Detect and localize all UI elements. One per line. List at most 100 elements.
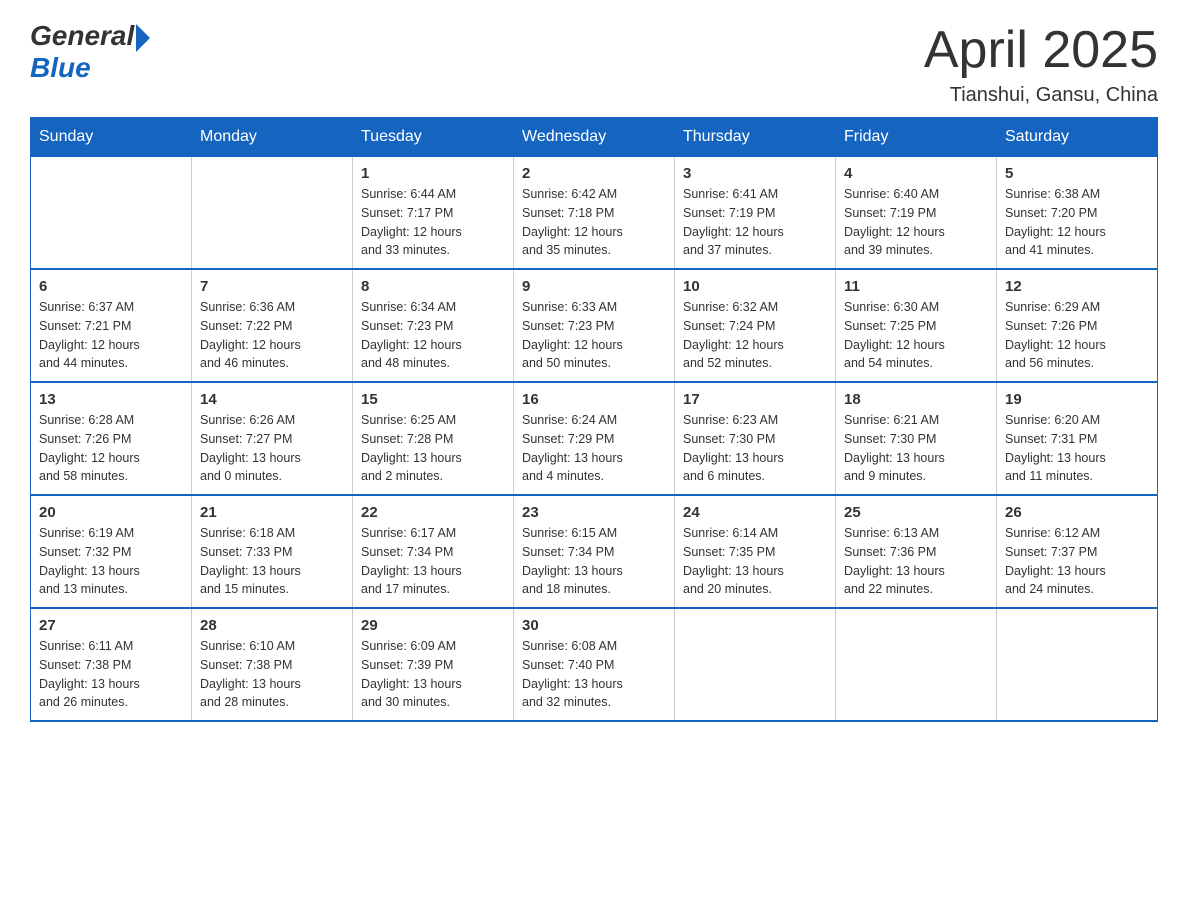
- calendar-cell: 8Sunrise: 6:34 AM Sunset: 7:23 PM Daylig…: [353, 269, 514, 382]
- calendar-subtitle: Tianshui, Gansu, China: [924, 84, 1158, 107]
- day-info: Sunrise: 6:18 AM Sunset: 7:33 PM Dayligh…: [200, 524, 344, 599]
- calendar-cell: [997, 608, 1158, 721]
- header-wednesday: Wednesday: [514, 118, 675, 157]
- calendar-cell: 27 Sunrise: 6:11 AM Sunset: 7:38 PM Dayli…: [31, 608, 192, 721]
- calendar-cell: 17 Sunrise: 6:23 AM Sunset: 7:30 PM Dayli…: [675, 382, 836, 495]
- day-info: Sunrise: 6:44 AM Sunset: 7:17 PM Dayligh…: [361, 185, 505, 260]
- calendar-cell: 21Sunrise: 6:18 AM Sunset: 7:33 PM Dayli…: [192, 495, 353, 608]
- day-info: Sunrise: 6:36 AM Sunset: 7:22 PM Dayligh…: [200, 298, 344, 373]
- logo-general-text: General: [30, 20, 134, 52]
- day-number: 22: [361, 504, 505, 521]
- calendar-cell: 23 Sunrise: 6:15 AM Sunset: 7:34 PM Dayli…: [514, 495, 675, 608]
- calendar-cell: 29 Sunrise: 6:09 AM Sunset: 7:39 PM Dayli…: [353, 608, 514, 721]
- calendar-cell: 30 Sunrise: 6:08 AM Sunset: 7:40 PM Dayli…: [514, 608, 675, 721]
- day-info: Sunrise: 6:20 AM Sunset: 7:31 PM Dayligh…: [1005, 411, 1149, 486]
- week-row-5: 27 Sunrise: 6:11 AM Sunset: 7:38 PM Dayli…: [31, 608, 1158, 721]
- day-number: 2: [522, 165, 666, 182]
- day-number: 14: [200, 391, 344, 408]
- day-info: Sunrise: 6:26 AM Sunset: 7:27 PM Dayligh…: [200, 411, 344, 486]
- day-number: 17: [683, 391, 827, 408]
- logo: General Blue: [30, 20, 150, 84]
- calendar-cell: 16 Sunrise: 6:24 AM Sunset: 7:29 PM Dayli…: [514, 382, 675, 495]
- calendar-cell: 24 Sunrise: 6:14 AM Sunset: 7:35 PM Dayli…: [675, 495, 836, 608]
- day-info: Sunrise: 6:28 AM Sunset: 7:26 PM Dayligh…: [39, 411, 183, 486]
- header-monday: Monday: [192, 118, 353, 157]
- day-info: Sunrise: 6:08 AM Sunset: 7:40 PM Dayligh…: [522, 637, 666, 712]
- calendar-cell: 10 Sunrise: 6:32 AM Sunset: 7:24 PM Dayli…: [675, 269, 836, 382]
- day-number: 13: [39, 391, 183, 408]
- calendar-cell: 1 Sunrise: 6:44 AM Sunset: 7:17 PM Daylig…: [353, 157, 514, 270]
- day-number: 9: [522, 278, 666, 295]
- title-block: April 2025 Tianshui, Gansu, China: [924, 20, 1158, 107]
- day-info: Sunrise: 6:14 AM Sunset: 7:35 PM Dayligh…: [683, 524, 827, 599]
- day-info: Sunrise: 6:25 AM Sunset: 7:28 PM Dayligh…: [361, 411, 505, 486]
- day-info: Sunrise: 6:30 AM Sunset: 7:25 PM Dayligh…: [844, 298, 988, 373]
- calendar-cell: 7Sunrise: 6:36 AM Sunset: 7:22 PM Daylig…: [192, 269, 353, 382]
- calendar-cell: 4 Sunrise: 6:40 AM Sunset: 7:19 PM Daylig…: [836, 157, 997, 270]
- calendar-cell: 28Sunrise: 6:10 AM Sunset: 7:38 PM Dayli…: [192, 608, 353, 721]
- day-number: 19: [1005, 391, 1149, 408]
- day-info: Sunrise: 6:15 AM Sunset: 7:34 PM Dayligh…: [522, 524, 666, 599]
- day-number: 3: [683, 165, 827, 182]
- day-info: Sunrise: 6:33 AM Sunset: 7:23 PM Dayligh…: [522, 298, 666, 373]
- day-info: Sunrise: 6:32 AM Sunset: 7:24 PM Dayligh…: [683, 298, 827, 373]
- day-info: Sunrise: 6:41 AM Sunset: 7:19 PM Dayligh…: [683, 185, 827, 260]
- day-number: 28: [200, 617, 344, 634]
- page-header: General Blue April 2025 Tianshui, Gansu,…: [30, 20, 1158, 107]
- day-info: Sunrise: 6:13 AM Sunset: 7:36 PM Dayligh…: [844, 524, 988, 599]
- day-info: Sunrise: 6:09 AM Sunset: 7:39 PM Dayligh…: [361, 637, 505, 712]
- day-number: 1: [361, 165, 505, 182]
- day-number: 10: [683, 278, 827, 295]
- week-row-4: 20Sunrise: 6:19 AM Sunset: 7:32 PM Dayli…: [31, 495, 1158, 608]
- header-sunday: Sunday: [31, 118, 192, 157]
- day-number: 30: [522, 617, 666, 634]
- calendar-cell: 3 Sunrise: 6:41 AM Sunset: 7:19 PM Daylig…: [675, 157, 836, 270]
- day-number: 5: [1005, 165, 1149, 182]
- day-number: 6: [39, 278, 183, 295]
- day-number: 29: [361, 617, 505, 634]
- header-tuesday: Tuesday: [353, 118, 514, 157]
- calendar-cell: 9 Sunrise: 6:33 AM Sunset: 7:23 PM Daylig…: [514, 269, 675, 382]
- calendar-cell: 20Sunrise: 6:19 AM Sunset: 7:32 PM Dayli…: [31, 495, 192, 608]
- day-info: Sunrise: 6:37 AM Sunset: 7:21 PM Dayligh…: [39, 298, 183, 373]
- day-info: Sunrise: 6:34 AM Sunset: 7:23 PM Dayligh…: [361, 298, 505, 373]
- day-number: 16: [522, 391, 666, 408]
- header-thursday: Thursday: [675, 118, 836, 157]
- calendar-cell: 2 Sunrise: 6:42 AM Sunset: 7:18 PM Daylig…: [514, 157, 675, 270]
- day-info: Sunrise: 6:12 AM Sunset: 7:37 PM Dayligh…: [1005, 524, 1149, 599]
- day-number: 12: [1005, 278, 1149, 295]
- week-row-1: 1 Sunrise: 6:44 AM Sunset: 7:17 PM Daylig…: [31, 157, 1158, 270]
- day-number: 20: [39, 504, 183, 521]
- logo-arrow-icon: [136, 24, 150, 52]
- calendar-cell: [836, 608, 997, 721]
- day-number: 27: [39, 617, 183, 634]
- calendar-cell: 5 Sunrise: 6:38 AM Sunset: 7:20 PM Daylig…: [997, 157, 1158, 270]
- day-info: Sunrise: 6:11 AM Sunset: 7:38 PM Dayligh…: [39, 637, 183, 712]
- day-info: Sunrise: 6:42 AM Sunset: 7:18 PM Dayligh…: [522, 185, 666, 260]
- calendar-cell: 11 Sunrise: 6:30 AM Sunset: 7:25 PM Dayli…: [836, 269, 997, 382]
- calendar-title: April 2025: [924, 20, 1158, 80]
- calendar-cell: 15 Sunrise: 6:25 AM Sunset: 7:28 PM Dayli…: [353, 382, 514, 495]
- day-number: 4: [844, 165, 988, 182]
- day-number: 26: [1005, 504, 1149, 521]
- day-info: Sunrise: 6:21 AM Sunset: 7:30 PM Dayligh…: [844, 411, 988, 486]
- day-number: 25: [844, 504, 988, 521]
- day-number: 11: [844, 278, 988, 295]
- day-info: Sunrise: 6:38 AM Sunset: 7:20 PM Dayligh…: [1005, 185, 1149, 260]
- day-info: Sunrise: 6:29 AM Sunset: 7:26 PM Dayligh…: [1005, 298, 1149, 373]
- calendar-table: SundayMondayTuesdayWednesdayThursdayFrid…: [30, 117, 1158, 722]
- calendar-cell: 6 Sunrise: 6:37 AM Sunset: 7:21 PM Daylig…: [31, 269, 192, 382]
- day-number: 15: [361, 391, 505, 408]
- day-info: Sunrise: 6:23 AM Sunset: 7:30 PM Dayligh…: [683, 411, 827, 486]
- day-info: Sunrise: 6:24 AM Sunset: 7:29 PM Dayligh…: [522, 411, 666, 486]
- day-info: Sunrise: 6:17 AM Sunset: 7:34 PM Dayligh…: [361, 524, 505, 599]
- week-row-3: 13 Sunrise: 6:28 AM Sunset: 7:26 PM Dayli…: [31, 382, 1158, 495]
- header-saturday: Saturday: [997, 118, 1158, 157]
- logo-blue-text: Blue: [30, 52, 91, 84]
- day-info: Sunrise: 6:40 AM Sunset: 7:19 PM Dayligh…: [844, 185, 988, 260]
- calendar-cell: 22 Sunrise: 6:17 AM Sunset: 7:34 PM Dayli…: [353, 495, 514, 608]
- day-number: 23: [522, 504, 666, 521]
- calendar-cell: 26 Sunrise: 6:12 AM Sunset: 7:37 PM Dayli…: [997, 495, 1158, 608]
- day-header-row: SundayMondayTuesdayWednesdayThursdayFrid…: [31, 118, 1158, 157]
- day-number: 24: [683, 504, 827, 521]
